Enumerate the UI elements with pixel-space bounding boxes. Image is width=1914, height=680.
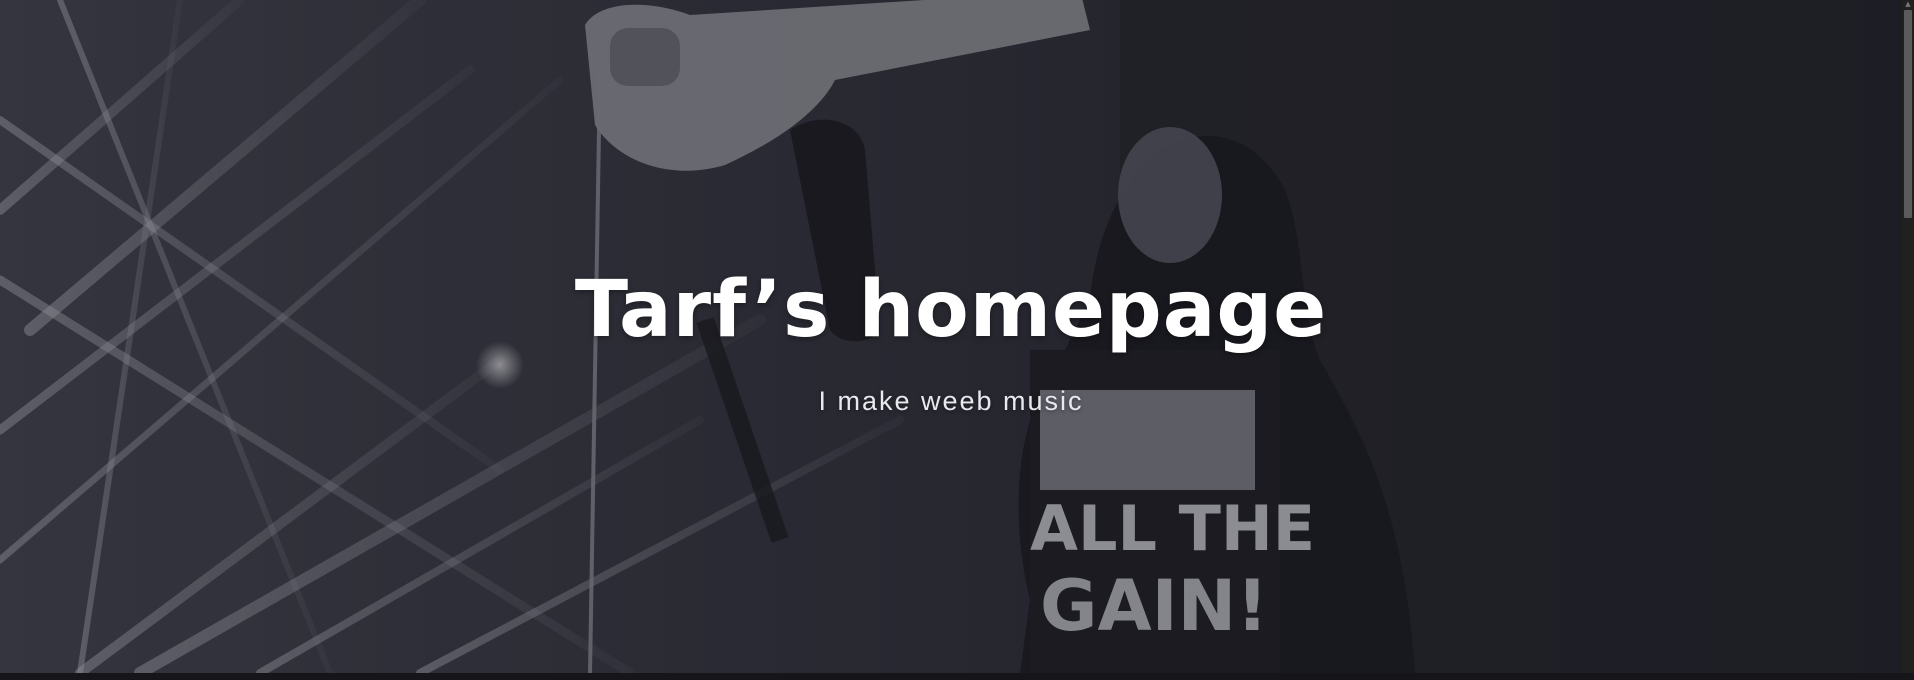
page: ALL THE GAIN! Tarf’s homepage I make wee…	[0, 0, 1914, 680]
site-title: Tarf’s homepage	[574, 265, 1328, 355]
hero-content: Tarf’s homepage I make weeb music	[0, 262, 1902, 418]
scroll-up-arrow-icon[interactable]: ▲	[1904, 0, 1912, 8]
hero-banner: ALL THE GAIN! Tarf’s homepage I make wee…	[0, 0, 1902, 673]
site-tagline: I make weeb music	[818, 386, 1084, 416]
bottom-edge	[0, 673, 1914, 680]
scrollbar-thumb[interactable]	[1904, 10, 1912, 218]
vertical-scrollbar[interactable]: ▲	[1902, 0, 1914, 673]
